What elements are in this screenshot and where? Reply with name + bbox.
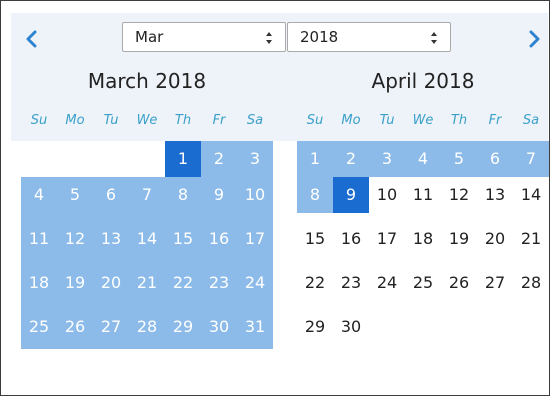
day-cell[interactable]: 15 xyxy=(297,221,333,257)
weekday-label: Sa xyxy=(522,113,540,128)
day-cell[interactable]: 16 xyxy=(201,221,237,257)
day-cell[interactable]: 26 xyxy=(57,309,93,345)
day-cell[interactable]: 24 xyxy=(237,265,273,301)
day-cell[interactable]: 24 xyxy=(369,265,405,301)
day-cell[interactable]: 29 xyxy=(165,309,201,345)
left-month-title: March 2018 xyxy=(87,69,207,93)
day-cell[interactable]: 30 xyxy=(333,309,369,345)
day-cell[interactable]: 18 xyxy=(21,265,57,301)
day-cell[interactable]: 11 xyxy=(405,177,441,213)
weekday-label: We xyxy=(136,113,158,128)
day-cell[interactable]: 10 xyxy=(237,177,273,213)
weekday-label: Su xyxy=(306,113,324,128)
day-cell[interactable]: 3 xyxy=(369,141,405,177)
day-cell[interactable]: 9 xyxy=(201,177,237,213)
weekday-label: Fr xyxy=(488,113,502,128)
day-cell[interactable]: 7 xyxy=(513,141,549,177)
day-cell[interactable]: 23 xyxy=(201,265,237,301)
day-cell[interactable]: 4 xyxy=(21,177,57,213)
day-cell[interactable]: 17 xyxy=(369,221,405,257)
weekday-label: Th xyxy=(450,113,468,128)
weekday-label: Tu xyxy=(103,113,119,128)
weekday-label: Th xyxy=(174,113,192,128)
day-cell[interactable]: 2 xyxy=(201,141,237,177)
day-cell[interactable]: 17 xyxy=(237,221,273,257)
year-select-value: 2018 xyxy=(300,28,339,46)
select-caret-icon xyxy=(266,32,272,44)
day-cell[interactable]: 4 xyxy=(405,141,441,177)
day-cell[interactable]: 20 xyxy=(93,265,129,301)
weekday-label: Fr xyxy=(212,113,226,128)
day-cell[interactable]: 5 xyxy=(57,177,93,213)
date-range-picker: Mar 2018 March 2018 April 2018 Su Mo Tu … xyxy=(0,0,550,396)
day-cell[interactable]: 30 xyxy=(201,309,237,345)
year-select[interactable]: 2018 xyxy=(287,22,451,52)
day-cell[interactable]: 26 xyxy=(441,265,477,301)
chevron-right-icon xyxy=(529,30,540,48)
day-cell-range-end[interactable]: 9 xyxy=(333,177,369,213)
day-cell[interactable]: 5 xyxy=(441,141,477,177)
day-cell[interactable]: 25 xyxy=(21,309,57,345)
day-cell[interactable]: 18 xyxy=(405,221,441,257)
day-cell[interactable]: 31 xyxy=(237,309,273,345)
weekday-label: Sa xyxy=(246,113,264,128)
day-cell[interactable]: 23 xyxy=(333,265,369,301)
prev-month-button[interactable] xyxy=(19,25,43,53)
day-cell[interactable]: 7 xyxy=(129,177,165,213)
day-cell[interactable]: 25 xyxy=(405,265,441,301)
select-caret-icon xyxy=(431,32,437,44)
day-cell[interactable]: 2 xyxy=(333,141,369,177)
month-select[interactable]: Mar xyxy=(122,22,286,52)
weekday-label: We xyxy=(412,113,434,128)
day-cell[interactable]: 28 xyxy=(129,309,165,345)
day-cell[interactable]: 22 xyxy=(165,265,201,301)
day-cell[interactable]: 12 xyxy=(57,221,93,257)
weekday-label: Mo xyxy=(341,113,361,128)
day-cell[interactable]: 1 xyxy=(297,141,333,177)
day-cell[interactable]: 27 xyxy=(477,265,513,301)
day-cell[interactable]: 21 xyxy=(513,221,549,257)
day-cell[interactable]: 13 xyxy=(477,177,513,213)
day-cell[interactable]: 20 xyxy=(477,221,513,257)
day-cell[interactable]: 12 xyxy=(441,177,477,213)
right-month-title: April 2018 xyxy=(371,69,475,93)
day-cell-range-start[interactable]: 1 xyxy=(165,141,201,177)
day-cell[interactable]: 21 xyxy=(129,265,165,301)
day-cell[interactable]: 8 xyxy=(165,177,201,213)
day-cell[interactable]: 28 xyxy=(513,265,549,301)
day-cell[interactable]: 10 xyxy=(369,177,405,213)
day-cell[interactable]: 13 xyxy=(93,221,129,257)
day-cell[interactable]: 6 xyxy=(93,177,129,213)
weekday-label: Su xyxy=(30,113,48,128)
day-cell[interactable]: 16 xyxy=(333,221,369,257)
weekday-label: Tu xyxy=(379,113,395,128)
day-cell[interactable]: 29 xyxy=(297,309,333,345)
next-month-button[interactable] xyxy=(523,25,547,53)
day-cell[interactable]: 8 xyxy=(297,177,333,213)
day-cell[interactable]: 14 xyxy=(513,177,549,213)
weekday-label: Mo xyxy=(65,113,85,128)
day-cell[interactable]: 6 xyxy=(477,141,513,177)
chevron-left-icon xyxy=(26,30,37,48)
day-cell[interactable]: 27 xyxy=(93,309,129,345)
day-cell[interactable]: 15 xyxy=(165,221,201,257)
day-cell[interactable]: 19 xyxy=(441,221,477,257)
day-cell[interactable]: 14 xyxy=(129,221,165,257)
day-cell[interactable]: 11 xyxy=(21,221,57,257)
day-cell[interactable]: 22 xyxy=(297,265,333,301)
month-select-value: Mar xyxy=(135,28,164,46)
day-cell[interactable]: 19 xyxy=(57,265,93,301)
day-cell[interactable]: 3 xyxy=(237,141,273,177)
